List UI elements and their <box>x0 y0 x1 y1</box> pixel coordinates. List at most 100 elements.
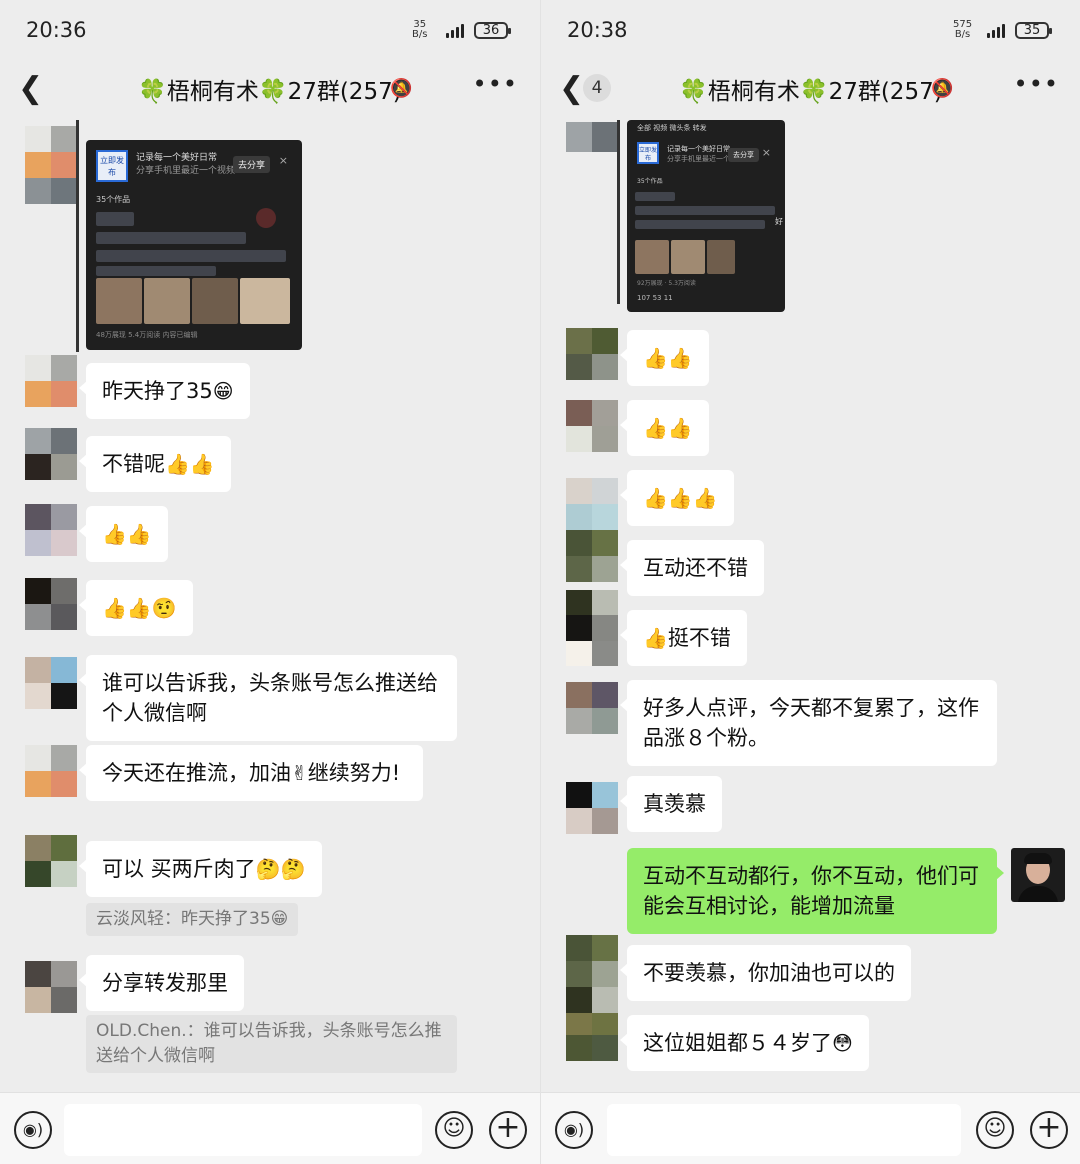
avatar[interactable] <box>25 835 77 887</box>
photo-thumb <box>240 278 290 324</box>
my-avatar[interactable] <box>1011 848 1065 902</box>
card-header: 立即发布 记录每一个美好日常 分享手机里最近一个视频 去分享 × <box>637 142 775 170</box>
photo-thumb <box>96 278 142 324</box>
signal-icon <box>446 22 468 38</box>
status-time: 20:36 <box>26 18 87 42</box>
card-share-button: 去分享 <box>232 156 270 173</box>
avatar[interactable] <box>25 961 77 1013</box>
status-time: 20:38 <box>567 18 628 42</box>
message-bubble[interactable]: 分享转发那里 <box>79 955 244 1011</box>
avatar[interactable] <box>566 400 618 452</box>
emoji-icon[interactable]: ☺ <box>976 1111 1014 1149</box>
message-bubble[interactable]: 真羡慕 <box>620 776 722 832</box>
message-bubble[interactable]: 不错呢👍👍 <box>79 436 231 492</box>
avatar[interactable] <box>566 782 618 834</box>
card-share-button: 去分享 <box>728 148 759 162</box>
avatar[interactable] <box>25 355 77 407</box>
grin-emoji-icon: 😁 <box>212 379 234 403</box>
avatar[interactable] <box>566 935 618 1039</box>
card-stats: 107 53 11 <box>637 294 673 302</box>
card-side-char: 好 <box>775 217 783 226</box>
card-text: 记录每一个美好日常 分享手机里最近一个视频 <box>136 152 235 178</box>
photo-thumb <box>192 278 238 324</box>
status-bar: 20:36 35 B/s 36 <box>0 0 540 62</box>
message-bubble[interactable]: 这位姐姐都５４岁了😳 <box>620 1015 869 1071</box>
quoted-message[interactable]: 云淡风轻：昨天挣了35😁 <box>86 903 299 936</box>
message-bubble[interactable]: 谁可以告诉我，头条账号怎么推送给个人微信啊 <box>79 655 457 741</box>
message-bubble[interactable]: 👍👍 <box>620 400 709 456</box>
more-options-icon[interactable]: ••• <box>1014 70 1059 98</box>
photo-thumb <box>635 240 669 274</box>
card-edge <box>76 120 79 352</box>
network-speed: 35 B/s <box>412 20 427 40</box>
message-bubble[interactable]: 好多人点评，今天都不复累了，这作品涨８个粉。 <box>620 680 997 766</box>
message-list[interactable]: 立即发布 记录每一个美好日常 分享手机里最近一个视频 去分享 × 35个作品 4… <box>0 120 540 1092</box>
input-bar: ◉) ☺ + <box>0 1092 540 1164</box>
group-title: 🍀梧桐有术🍀27群(257) <box>679 79 943 105</box>
thumbs-up-icon: 👍👍 <box>643 416 693 440</box>
photo-thumb <box>707 240 735 274</box>
message-bubble[interactable]: 不要羡慕，你加油也可以的 <box>620 945 911 1001</box>
message-text: 真羡慕 <box>643 792 706 816</box>
card-tabs: 全部 视频 微头条 转发 <box>637 124 707 132</box>
avatar[interactable] <box>25 745 77 797</box>
message-bubble[interactable]: 👍挺不错 <box>620 610 747 666</box>
avatar[interactable] <box>566 328 618 380</box>
avatar[interactable] <box>25 428 77 480</box>
avatar[interactable] <box>566 478 618 530</box>
status-bar: 20:38 575 B/s 35 <box>541 0 1080 62</box>
voice-icon[interactable]: ◉) <box>555 1111 593 1149</box>
more-options-icon[interactable]: ••• <box>473 70 518 98</box>
avatar[interactable] <box>566 122 618 152</box>
message-text: 分享转发那里 <box>102 971 228 995</box>
avatar[interactable] <box>566 530 618 582</box>
avatar[interactable] <box>25 657 77 709</box>
message-bubble[interactable]: 👍👍 <box>620 330 709 386</box>
avatar-body <box>1018 886 1058 902</box>
card-close-icon: × <box>761 146 771 159</box>
group-title: 🍀梧桐有术🍀27群(257) <box>138 79 402 105</box>
message-text: 挺不错 <box>667 626 731 650</box>
message-bubble[interactable]: 👍👍👍 <box>620 470 734 526</box>
mute-bell-icon: 🔕 <box>390 78 413 99</box>
message-bubble[interactable]: 昨天挣了35😁 <box>79 363 250 419</box>
message-bubble[interactable]: 👍👍 <box>79 506 168 562</box>
my-message-bubble[interactable]: 互动不互动都行，你不互动，他们可能会互相讨论，能增加流量 <box>627 848 1004 934</box>
chat-screen-left: 20:36 35 B/s 36 ❮ 🍀梧桐有术🍀27群(257) 🔕 ••• 立… <box>0 0 540 1164</box>
avatar[interactable] <box>25 504 77 556</box>
badge-icon <box>256 208 276 228</box>
message-bubble[interactable]: 👍👍🤨 <box>79 580 193 636</box>
message-input[interactable] <box>607 1104 961 1156</box>
message-bubble[interactable]: 互动还不错 <box>620 540 764 596</box>
avatar[interactable] <box>566 1035 618 1061</box>
message-text: 谁可以告诉我，头条账号怎么推送给个人微信啊 <box>102 671 438 725</box>
plus-icon[interactable]: + <box>1030 1111 1068 1149</box>
message-text: 可以 买两斤肉了 <box>102 857 256 881</box>
message-list[interactable]: 全部 视频 微头条 转发 立即发布 记录每一个美好日常 分享手机里最近一个视频 … <box>541 120 1080 1092</box>
avatar[interactable] <box>25 126 77 178</box>
message-bubble[interactable]: 今天还在推流，加油✌继续努力! <box>79 745 423 801</box>
quoted-message[interactable]: OLD.Chen.：谁可以告诉我，头条账号怎么推送给个人微信啊 <box>86 1015 457 1073</box>
avatar[interactable] <box>566 682 618 734</box>
emoji-icon[interactable]: ☺ <box>435 1111 473 1149</box>
message-text: 继续努力! <box>307 761 401 785</box>
message-input[interactable] <box>64 1104 422 1156</box>
blurred-content <box>96 266 216 276</box>
shared-screenshot-card[interactable]: 立即发布 记录每一个美好日常 分享手机里最近一个视频 去分享 × 35个作品 4… <box>86 140 302 350</box>
blurred-content <box>635 206 775 215</box>
card-close-icon: × <box>278 154 288 167</box>
net-speed-unit: B/s <box>954 29 971 40</box>
avatar[interactable] <box>25 578 77 630</box>
message-text: 昨天挣了35 <box>102 379 213 403</box>
plus-icon[interactable]: + <box>489 1111 527 1149</box>
message-bubble[interactable]: 可以 买两斤肉了🤔🤔 <box>79 841 322 897</box>
message-text: 不要羡慕，你加油也可以的 <box>643 961 895 985</box>
photo-thumb <box>144 278 190 324</box>
card-footer: 48万展现 5.4万阅读 内容已编辑 <box>96 331 198 339</box>
avatar[interactable] <box>566 590 618 666</box>
battery-icon: 35 <box>1015 22 1052 39</box>
network-speed: 575 B/s <box>953 20 972 40</box>
card-edge <box>617 120 620 304</box>
shared-screenshot-card[interactable]: 全部 视频 微头条 转发 立即发布 记录每一个美好日常 分享手机里最近一个视频 … <box>627 120 785 312</box>
voice-icon[interactable]: ◉) <box>14 1111 52 1149</box>
